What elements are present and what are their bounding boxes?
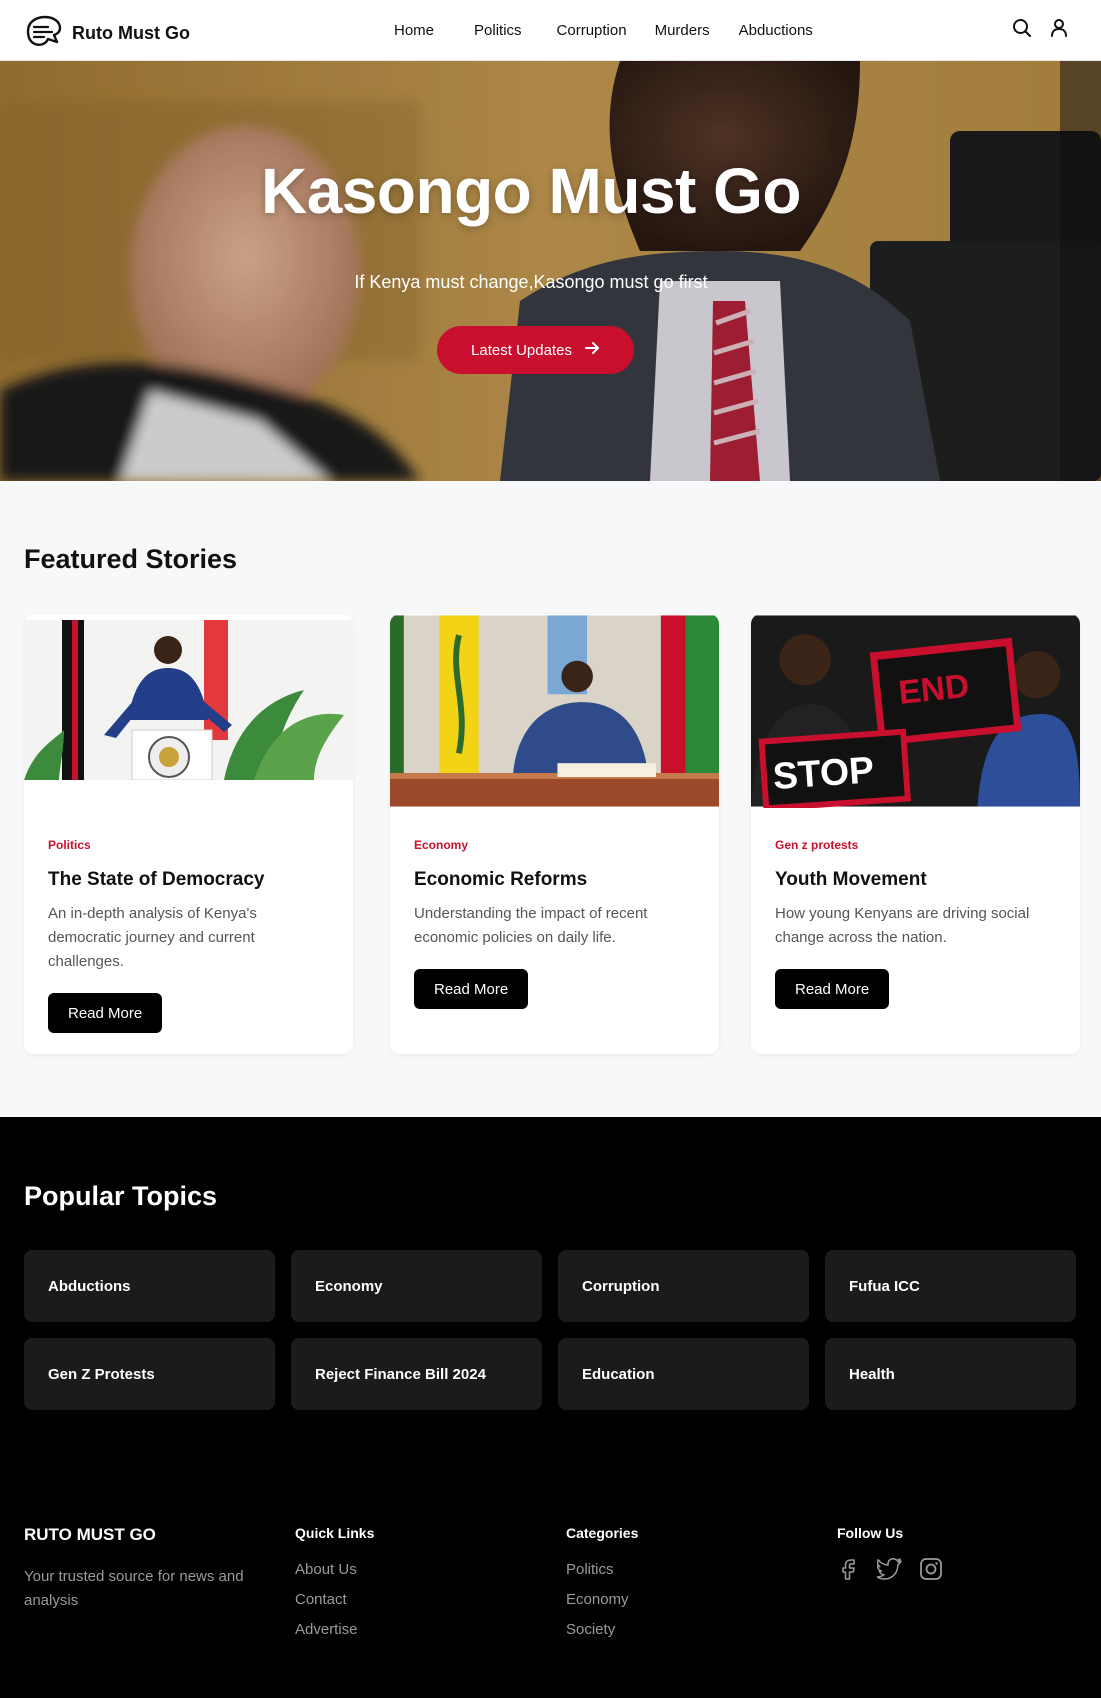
story-title[interactable]: Youth Movement bbox=[775, 869, 927, 891]
follow-us-heading: Follow Us bbox=[837, 1525, 904, 1541]
story-card: END STOP Gen z protests Youth Movement H… bbox=[751, 614, 1080, 1054]
story-category[interactable]: Politics bbox=[48, 838, 91, 852]
topic-economy[interactable]: Economy bbox=[291, 1250, 542, 1322]
hero-title: Kasongo Must Go bbox=[260, 155, 802, 227]
user-icon[interactable] bbox=[1050, 18, 1068, 43]
footer-quick-links: Quick Links About Us Contact Advertise bbox=[295, 1525, 374, 1638]
site-header: Ruto Must Go Home Politics Corruption Mu… bbox=[0, 0, 1101, 61]
quick-links-heading: Quick Links bbox=[295, 1525, 375, 1541]
story-card: Politics The State of Democracy An in-de… bbox=[24, 614, 353, 1054]
footer-tagline: Your trusted source for news and analysi… bbox=[24, 1568, 244, 1609]
main-nav: Home Politics Corruption Murders Abducti… bbox=[394, 0, 813, 61]
topic-reject-finance-bill[interactable]: Reject Finance Bill 2024 bbox=[291, 1338, 542, 1410]
read-more-button[interactable]: Read More bbox=[48, 993, 163, 1033]
arrow-right-icon bbox=[584, 340, 600, 360]
nav-home[interactable]: Home bbox=[394, 22, 434, 39]
story-title[interactable]: The State of Democracy bbox=[48, 869, 264, 891]
footer-brand: RUTO MUST GO bbox=[24, 1525, 156, 1544]
featured-stories-section: Featured Stories Politics The State of D… bbox=[0, 481, 1101, 1117]
story-image-podium bbox=[24, 620, 353, 780]
story-category[interactable]: Economy bbox=[414, 838, 468, 852]
latest-updates-label: Latest Updates bbox=[471, 341, 572, 359]
hero-subtitle: If Kenya must change,Kasongo must go fir… bbox=[354, 272, 708, 292]
story-image-protest: END STOP bbox=[751, 615, 1080, 808]
nav-politics[interactable]: Politics bbox=[474, 22, 522, 39]
footer-link-society[interactable]: Society bbox=[566, 1621, 638, 1638]
logo-icon bbox=[24, 14, 64, 53]
story-title[interactable]: Economic Reforms bbox=[414, 869, 587, 891]
footer-link-contact[interactable]: Contact bbox=[295, 1591, 374, 1608]
story-description: How young Kenyans are driving social cha… bbox=[775, 905, 1030, 946]
brand[interactable]: Ruto Must Go bbox=[24, 14, 190, 53]
footer-link-advertise[interactable]: Advertise bbox=[295, 1621, 374, 1638]
footer-link-economy[interactable]: Economy bbox=[566, 1591, 638, 1608]
popular-topics-title: Popular Topics bbox=[24, 1181, 218, 1211]
story-image-signing bbox=[390, 615, 719, 807]
topic-fufua-icc[interactable]: Fufua ICC bbox=[825, 1250, 1076, 1322]
read-more-button[interactable]: Read More bbox=[775, 969, 890, 1009]
story-description: An in-depth analysis of Kenya's democrat… bbox=[48, 905, 257, 970]
read-more-button[interactable]: Read More bbox=[414, 969, 529, 1009]
footer-follow: Follow Us bbox=[837, 1525, 943, 1586]
featured-stories-title: Featured Stories bbox=[24, 544, 238, 574]
social-links bbox=[837, 1557, 943, 1586]
nav-corruption[interactable]: Corruption bbox=[557, 22, 627, 39]
topic-abductions[interactable]: Abductions bbox=[24, 1250, 275, 1322]
footer-categories: Categories Politics Economy Society bbox=[566, 1525, 638, 1638]
page: Ruto Must Go Home Politics Corruption Mu… bbox=[0, 0, 1101, 1698]
facebook-icon[interactable] bbox=[837, 1557, 861, 1586]
story-category[interactable]: Gen z protests bbox=[775, 838, 858, 852]
topic-education[interactable]: Education bbox=[558, 1338, 809, 1410]
hero-overlay bbox=[0, 61, 1101, 481]
footer-link-politics[interactable]: Politics bbox=[566, 1561, 638, 1578]
story-card: Economy Economic Reforms Understanding t… bbox=[390, 614, 719, 1054]
instagram-icon[interactable] bbox=[919, 1557, 943, 1586]
footer-link-about[interactable]: About Us bbox=[295, 1561, 374, 1578]
topic-gen-z-protests[interactable]: Gen Z Protests bbox=[24, 1338, 275, 1410]
latest-updates-button[interactable]: Latest Updates bbox=[437, 326, 634, 374]
header-icons bbox=[1012, 18, 1068, 43]
hero: Kasongo Must Go If Kenya must change,Kas… bbox=[0, 61, 1101, 481]
topic-corruption[interactable]: Corruption bbox=[558, 1250, 809, 1322]
popular-topics-section: Popular Topics Abductions Economy Corrup… bbox=[0, 1117, 1101, 1698]
categories-heading: Categories bbox=[566, 1525, 639, 1541]
svg-text:STOP: STOP bbox=[771, 748, 875, 797]
nav-abductions[interactable]: Abductions bbox=[739, 22, 813, 39]
svg-text:END: END bbox=[897, 668, 971, 712]
nav-murders[interactable]: Murders bbox=[655, 22, 710, 39]
footer-brand-column: RUTO MUST GO Your trusted source for new… bbox=[24, 1525, 254, 1613]
topic-health[interactable]: Health bbox=[825, 1338, 1076, 1410]
brand-name: Ruto Must Go bbox=[72, 23, 190, 43]
story-description: Understanding the impact of recent econo… bbox=[414, 905, 648, 946]
search-icon[interactable] bbox=[1012, 18, 1032, 43]
twitter-icon[interactable] bbox=[876, 1557, 903, 1586]
